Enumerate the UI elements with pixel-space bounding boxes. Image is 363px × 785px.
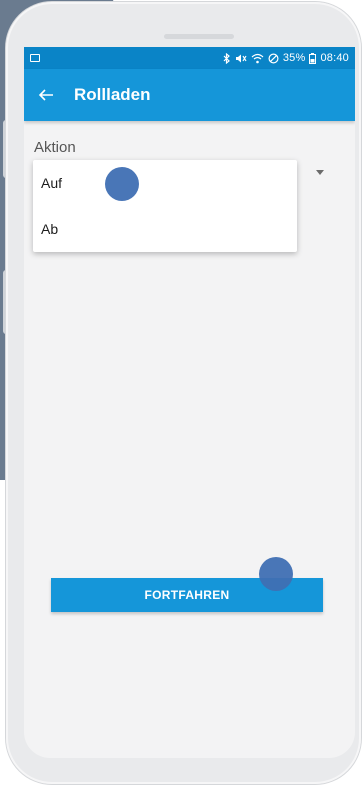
image-icon [30, 54, 40, 62]
bluetooth-icon [223, 52, 230, 64]
app-bar: Rollladen [24, 69, 355, 121]
wifi-icon [251, 53, 264, 63]
arrow-left-icon [38, 89, 53, 101]
back-button[interactable] [26, 69, 66, 121]
stage: 35% 08:40 Rollladen Aktion Auf Ab FORTFA… [0, 0, 363, 785]
caret-down-icon[interactable] [316, 170, 324, 175]
status-bar: 35% 08:40 [24, 47, 355, 69]
menu-item-ab[interactable]: Ab [33, 206, 297, 252]
app-screen: 35% 08:40 Rollladen Aktion Auf Ab FORTFA… [24, 47, 355, 758]
status-time: 08:40 [320, 52, 349, 64]
mute-icon [235, 54, 247, 62]
touch-indicator [105, 167, 139, 201]
battery-percent: 35% [282, 52, 306, 64]
phone-speaker [164, 34, 234, 39]
dnd-icon [268, 52, 279, 64]
touch-indicator [259, 557, 293, 591]
field-label-aktion: Aktion [34, 139, 76, 156]
page-title: Rollladen [74, 85, 151, 104]
battery-icon [309, 52, 317, 64]
menu-item-auf[interactable]: Auf [33, 160, 297, 206]
dropdown-menu: Auf Ab [33, 160, 297, 252]
